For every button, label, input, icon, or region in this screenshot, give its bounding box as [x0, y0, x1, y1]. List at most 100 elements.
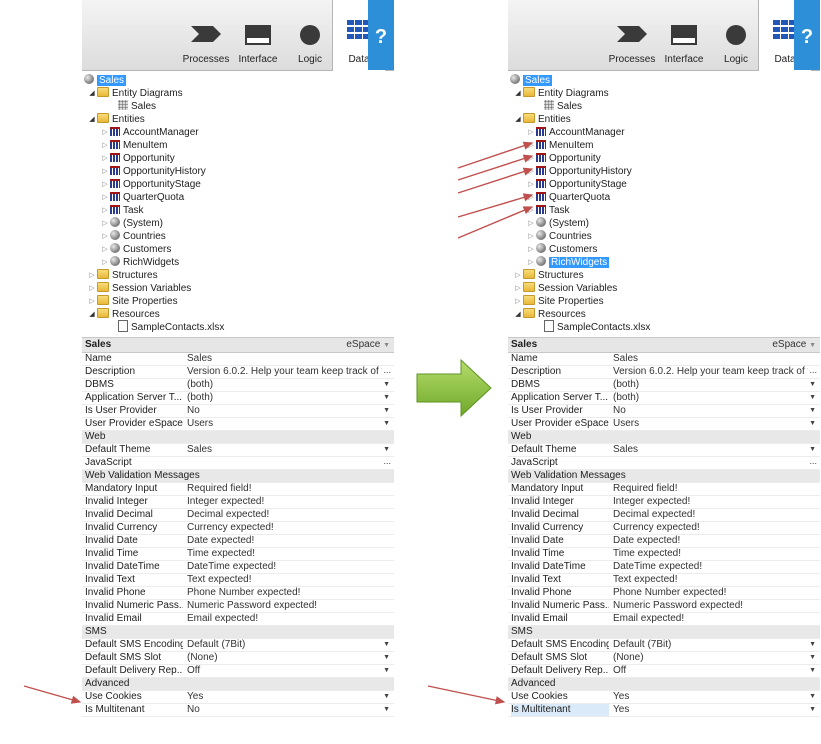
tree-entity-item[interactable]: ▷ Task	[528, 204, 570, 217]
property-row[interactable]: Invalid Integer Integer expected!	[508, 496, 820, 509]
property-value[interactable]: Required field!	[187, 483, 382, 495]
tree-structures[interactable]: ▷ Structures	[89, 269, 158, 282]
property-value[interactable]: Yes	[613, 691, 808, 703]
property-row[interactable]: Mandatory Input Required field!	[82, 483, 394, 496]
tree-entity-item[interactable]: ▷ Opportunity	[102, 152, 175, 165]
collapsed-toggle-icon[interactable]: ▷	[88, 282, 96, 295]
property-row[interactable]: User Provider eSpace Users ▼	[508, 418, 820, 431]
tree-entity-item[interactable]: ▷ OpportunityStage	[528, 178, 627, 191]
tree-entity-diagrams[interactable]: ◢ Entity Diagrams	[89, 87, 183, 100]
property-value[interactable]: Yes	[187, 691, 382, 703]
tree-resource-file[interactable]: SampleContacts.xlsx	[118, 320, 224, 334]
tree-entity-item[interactable]: ▷ QuarterQuota	[528, 191, 610, 204]
collapsed-toggle-icon[interactable]: ▷	[527, 256, 535, 269]
property-row-use-cookies[interactable]: Use Cookies Yes ▼	[508, 691, 820, 704]
collapsed-toggle-icon[interactable]: ▷	[527, 204, 535, 217]
property-value[interactable]: Phone Number expected!	[613, 587, 808, 599]
tree-entity-diagrams[interactable]: ◢ Entity Diagrams	[515, 87, 609, 100]
collapsed-toggle-icon[interactable]: ▷	[527, 126, 535, 139]
property-value[interactable]: Sales	[613, 353, 808, 365]
collapsed-toggle-icon[interactable]: ▷	[101, 230, 109, 243]
property-value[interactable]: (both)	[613, 379, 808, 391]
property-row[interactable]: Invalid Currency Currency expected!	[508, 522, 820, 535]
chevron-down-icon[interactable]: ▼	[809, 405, 816, 417]
property-value[interactable]: Email expected!	[613, 613, 808, 625]
tree-resources[interactable]: ◢ Resources	[89, 308, 160, 321]
property-value[interactable]: Date expected!	[187, 535, 382, 547]
property-value[interactable]: Currency expected!	[187, 522, 382, 534]
property-row[interactable]: Default Theme Sales ▼	[508, 444, 820, 457]
tree-reference-item[interactable]: ▷ Countries	[102, 230, 166, 243]
property-value[interactable]: Sales	[613, 444, 808, 456]
collapsed-toggle-icon[interactable]: ▷	[514, 269, 522, 282]
chevron-down-icon[interactable]: ▼	[809, 379, 816, 391]
chevron-down-icon[interactable]: ▼	[383, 392, 390, 404]
property-value[interactable]: Required field!	[613, 483, 808, 495]
tree-root[interactable]: Sales	[84, 74, 127, 87]
collapsed-toggle-icon[interactable]: ▷	[101, 256, 109, 269]
tree-root[interactable]: Sales	[510, 74, 553, 87]
tree-session-variables[interactable]: ▷ Session Variables	[89, 282, 191, 295]
property-row[interactable]: Invalid DateTime DateTime expected!	[508, 561, 820, 574]
ellipsis-icon[interactable]: ...	[809, 455, 817, 467]
property-value[interactable]: Phone Number expected!	[187, 587, 382, 599]
property-value[interactable]: DateTime expected!	[187, 561, 382, 573]
collapsed-toggle-icon[interactable]: ▷	[527, 191, 535, 204]
chevron-down-icon[interactable]: ▼	[809, 392, 816, 404]
tree-reference-item[interactable]: ▷ (System)	[102, 217, 163, 230]
property-row[interactable]: Invalid Decimal Decimal expected!	[508, 509, 820, 522]
property-row[interactable]: Invalid Date Date expected!	[508, 535, 820, 548]
collapsed-toggle-icon[interactable]: ▷	[101, 126, 109, 139]
properties-kind[interactable]: eSpace ▼	[346, 338, 390, 353]
ellipsis-icon[interactable]: ...	[383, 364, 391, 376]
chevron-down-icon[interactable]: ▼	[383, 639, 390, 651]
collapsed-toggle-icon[interactable]: ▷	[514, 295, 522, 308]
tree-entity-item[interactable]: ▷ AccountManager	[102, 126, 199, 139]
collapsed-toggle-icon[interactable]: ▷	[527, 243, 535, 256]
property-value[interactable]: Text expected!	[187, 574, 382, 586]
property-row[interactable]: Invalid Integer Integer expected!	[82, 496, 394, 509]
property-value[interactable]: Users	[187, 418, 382, 430]
property-value[interactable]: Sales	[187, 353, 382, 365]
collapsed-toggle-icon[interactable]: ▷	[101, 217, 109, 230]
property-row[interactable]: Description Version 6.0.2. Help your team…	[508, 365, 820, 379]
property-value[interactable]: DateTime expected!	[613, 561, 808, 573]
chevron-down-icon[interactable]: ▼	[809, 418, 816, 430]
tree-entities[interactable]: ◢ Entities	[515, 113, 571, 126]
property-row[interactable]: JavaScript...	[82, 455, 394, 470]
collapsed-toggle-icon[interactable]: ▷	[527, 165, 535, 178]
property-row[interactable]: Invalid Time Time expected!	[82, 548, 394, 561]
property-value[interactable]: No	[187, 405, 382, 417]
tab-interface[interactable]: Interface	[658, 0, 710, 70]
help-button[interactable]: ?	[368, 0, 394, 70]
tree-entity-item[interactable]: ▷ AccountManager	[528, 126, 625, 139]
property-value[interactable]: Email expected!	[187, 613, 382, 625]
property-row[interactable]: Invalid Date Date expected!	[82, 535, 394, 548]
property-value[interactable]: Time expected!	[187, 548, 382, 560]
property-row-is-multitenant[interactable]: Is Multitenant Yes ▼	[508, 704, 820, 717]
property-value[interactable]: Version 6.0.2. Help your team keep track…	[613, 366, 808, 378]
chevron-down-icon[interactable]: ▼	[809, 665, 816, 677]
property-value[interactable]: Default (7Bit)	[613, 639, 808, 651]
expanded-toggle-icon[interactable]: ◢	[514, 308, 522, 321]
chevron-down-icon[interactable]: ▼	[383, 379, 390, 391]
property-value[interactable]: Version 6.0.2. Help your team keep track…	[187, 366, 382, 378]
property-row[interactable]: Is User Provider No ▼	[508, 405, 820, 418]
property-row-is-multitenant[interactable]: Is Multitenant No ▼	[82, 704, 394, 717]
tree-reference-item[interactable]: ▷ RichWidgets	[102, 256, 179, 269]
tree-reference-item[interactable]: ▷ (System)	[528, 217, 589, 230]
property-row[interactable]: Invalid Phone Phone Number expected!	[82, 587, 394, 600]
property-value[interactable]: Yes	[613, 704, 808, 716]
property-row[interactable]: Invalid Time Time expected!	[508, 548, 820, 561]
collapsed-toggle-icon[interactable]: ▷	[101, 204, 109, 217]
property-value[interactable]: (both)	[187, 379, 382, 391]
tree-entity-item[interactable]: ▷ QuarterQuota	[102, 191, 184, 204]
chevron-down-icon[interactable]: ▼	[809, 691, 816, 703]
property-row[interactable]: Invalid Email Email expected!	[508, 613, 820, 626]
property-row[interactable]: Default Delivery Rep... Off ▼	[508, 665, 820, 678]
collapsed-toggle-icon[interactable]: ▷	[101, 191, 109, 204]
collapsed-toggle-icon[interactable]: ▷	[101, 243, 109, 256]
property-row[interactable]: Invalid Text Text expected!	[508, 574, 820, 587]
ellipsis-icon[interactable]: ...	[383, 455, 391, 467]
property-value[interactable]: Date expected!	[613, 535, 808, 547]
